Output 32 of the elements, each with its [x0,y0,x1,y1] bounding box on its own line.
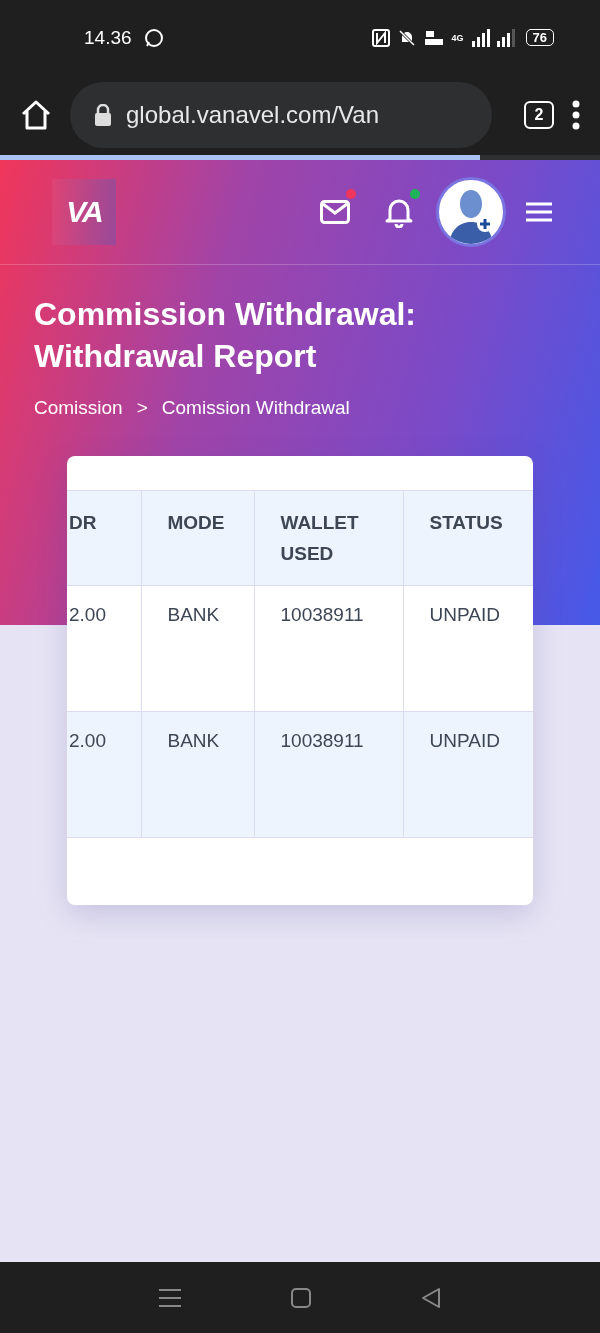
nfc-icon [371,28,390,47]
home-button-icon[interactable] [291,1287,311,1308]
table-cell: 2.00 [67,585,141,712]
lock-icon [94,104,112,126]
battery-indicator: 76 [525,29,554,46]
column-header: MODE [141,490,254,586]
column-header: DR [67,490,141,586]
mail-icon[interactable] [320,200,350,224]
address-bar[interactable]: global.vanavel.com/Van [70,82,492,148]
table-cell: 10038911 [254,711,403,838]
table-cell: 2.00 [67,711,141,838]
table-cell: UNPAID [403,711,533,838]
menu-icon[interactable] [159,1287,181,1308]
tab-switcher[interactable]: 2 [524,101,554,129]
breadcrumb-separator: > [136,397,148,419]
breadcrumb-link[interactable]: Comission [34,397,123,419]
breadcrumb-link[interactable]: Comission Withdrawal [161,397,350,419]
table-cell: BANK [141,711,254,838]
more-icon[interactable] [572,100,580,130]
table-cell: BANK [141,585,254,712]
logo[interactable]: VA [52,179,116,245]
column-header: STATUS [403,490,533,586]
table-cell: 10038911 [254,585,403,712]
network-type: 4G [451,32,464,43]
muted-bell-icon [397,28,416,47]
column-header: WALLET USED [254,490,403,586]
signal-icon [471,28,518,47]
page-title: Commission Withdrawal: Withdrawal Report [34,295,417,376]
clock: 14.36 [84,26,132,49]
chat-icon [143,27,164,48]
home-icon[interactable] [20,100,52,130]
back-icon[interactable] [421,1286,441,1309]
